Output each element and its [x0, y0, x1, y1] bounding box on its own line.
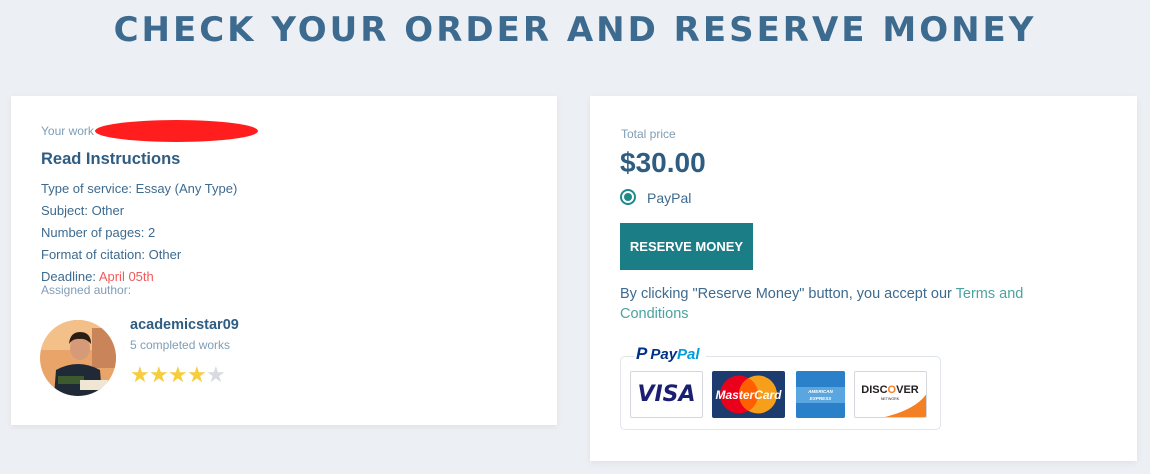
- discover-icon: DISCOVER NETWORK: [854, 371, 927, 418]
- paypal-radio[interactable]: [620, 189, 636, 205]
- subject: Subject: Other: [41, 203, 125, 218]
- star-icon: ★: [187, 362, 207, 387]
- read-instructions-title: Read Instructions: [41, 150, 181, 168]
- total-price: $30.00: [620, 147, 706, 178]
- mastercard-icon: MasterCard: [712, 371, 785, 418]
- author-avatar[interactable]: [40, 320, 116, 396]
- star-icon: ★: [149, 362, 169, 387]
- citation-format: Format of citation: Other: [41, 247, 182, 262]
- terms-text: By clicking "Reserve Money" button, you …: [620, 284, 1090, 324]
- svg-text:DISCOVER: DISCOVER: [861, 384, 919, 396]
- type-of-service: Type of service: Essay (Any Type): [41, 181, 238, 196]
- order-details-card: Your work Read Instructions Type of serv…: [11, 96, 557, 425]
- assigned-author-label: Assigned author:: [41, 283, 132, 297]
- svg-text:AMERICAN: AMERICAN: [807, 389, 833, 394]
- paypal-icon: P: [636, 344, 648, 363]
- page-title: CHECK YOUR ORDER AND RESERVE MONEY: [113, 10, 1037, 50]
- redaction-mark: [95, 120, 258, 142]
- star-icon: ★: [206, 362, 226, 387]
- star-icon: ★: [130, 362, 150, 387]
- deadline: Deadline: April 05th: [41, 269, 154, 284]
- author-name[interactable]: academicstar09: [130, 317, 239, 333]
- reserve-money-button[interactable]: RESERVE MONEY: [620, 223, 753, 270]
- number-of-pages: Number of pages: 2: [41, 225, 156, 240]
- paypal-logo-pal: Pal: [677, 345, 700, 363]
- svg-text:NETWORK: NETWORK: [881, 397, 900, 401]
- work-label: Your work: [41, 124, 94, 138]
- visa-label: VISA: [637, 382, 696, 407]
- author-rating: ★ ★ ★ ★ ★: [130, 362, 226, 387]
- paypal-logo: P Pay Pal: [634, 343, 706, 365]
- terms-prefix: By clicking "Reserve Money" button, you …: [620, 286, 956, 302]
- star-icon: ★: [168, 362, 188, 387]
- amex-icon: AMERICAN EXPRESS: [796, 371, 845, 418]
- author-completed-works: 5 completed works: [130, 338, 231, 352]
- paypal-logo-pay: Pay: [650, 345, 678, 363]
- total-price-label: Total price: [621, 127, 676, 141]
- svg-text:EXPRESS: EXPRESS: [810, 396, 833, 401]
- visa-icon: VISA: [630, 371, 703, 418]
- deadline-value: April 05th: [98, 269, 154, 284]
- mastercard-label: MasterCard: [715, 388, 782, 402]
- deadline-label: Deadline:: [41, 269, 99, 284]
- payment-card: Total price $30.00 PayPal RESERVE MONEY …: [590, 96, 1137, 461]
- paypal-radio-label[interactable]: PayPal: [647, 190, 691, 206]
